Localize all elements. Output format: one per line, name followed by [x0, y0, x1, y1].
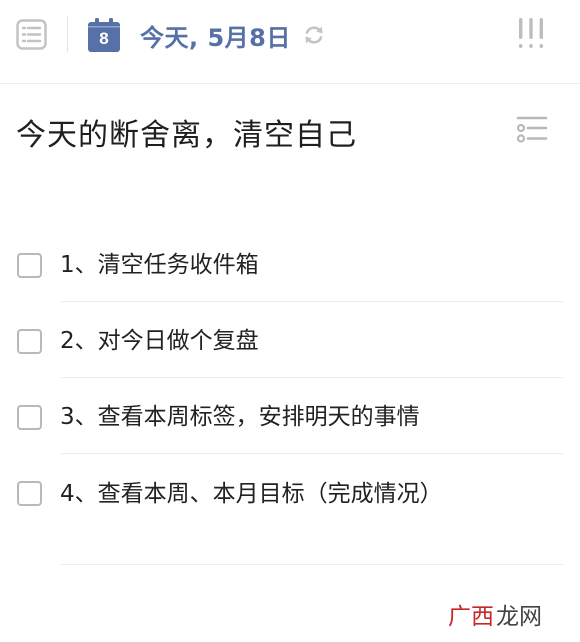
svg-text:广西: 广西	[448, 604, 494, 630]
checklist-item[interactable]: 3、查看本周标签，安排明天的事情	[0, 378, 580, 454]
svg-text:龙网: 龙网	[496, 604, 542, 630]
checklist-item[interactable]: 4、查看本周、本月目标（完成情况）	[0, 454, 580, 565]
checklist-item[interactable]: 2、对今日做个复盘	[0, 302, 580, 378]
checklist: 1、清空任务收件箱 2、对今日做个复盘 3、查看本周标签，安排明天的事情 4、查…	[0, 226, 580, 565]
calendar-icon[interactable]: 8	[88, 18, 120, 52]
checkbox[interactable]	[17, 329, 42, 354]
checklist-item[interactable]: 1、清空任务收件箱	[0, 226, 580, 302]
checklist-item-text[interactable]: 4、查看本周、本月目标（完成情况）	[60, 477, 452, 511]
date-title[interactable]: 今天, 5月8日	[140, 18, 291, 53]
checkbox[interactable]	[17, 481, 42, 506]
checklist-item-text[interactable]: 3、查看本周标签，安排明天的事情	[60, 401, 530, 433]
checklist-icon[interactable]	[516, 113, 548, 145]
top-bar: 8 今天, 5月8日	[0, 0, 580, 84]
header-divider	[67, 16, 68, 52]
sync-icon[interactable]	[303, 24, 325, 46]
task-title[interactable]: 今天的断舍离，清空自己	[16, 110, 357, 154]
calendar-day-number: 8	[99, 29, 109, 48]
checkbox[interactable]	[17, 405, 42, 430]
item-divider	[61, 564, 563, 565]
list-menu-icon[interactable]	[16, 19, 47, 50]
priority-icon[interactable]	[516, 18, 546, 50]
checklist-item-text[interactable]: 1、清空任务收件箱	[60, 249, 480, 281]
site-watermark-logo: 广西 龙网	[448, 604, 542, 630]
checkbox[interactable]	[17, 253, 42, 278]
checklist-item-text[interactable]: 2、对今日做个复盘	[60, 325, 480, 357]
task-detail-screen: 8 今天, 5月8日 今天的断舍离，清空自己 1、清空任务收件箱 2、对今日做个…	[0, 0, 580, 642]
date-selector[interactable]: 8 今天, 5月8日	[88, 16, 325, 54]
